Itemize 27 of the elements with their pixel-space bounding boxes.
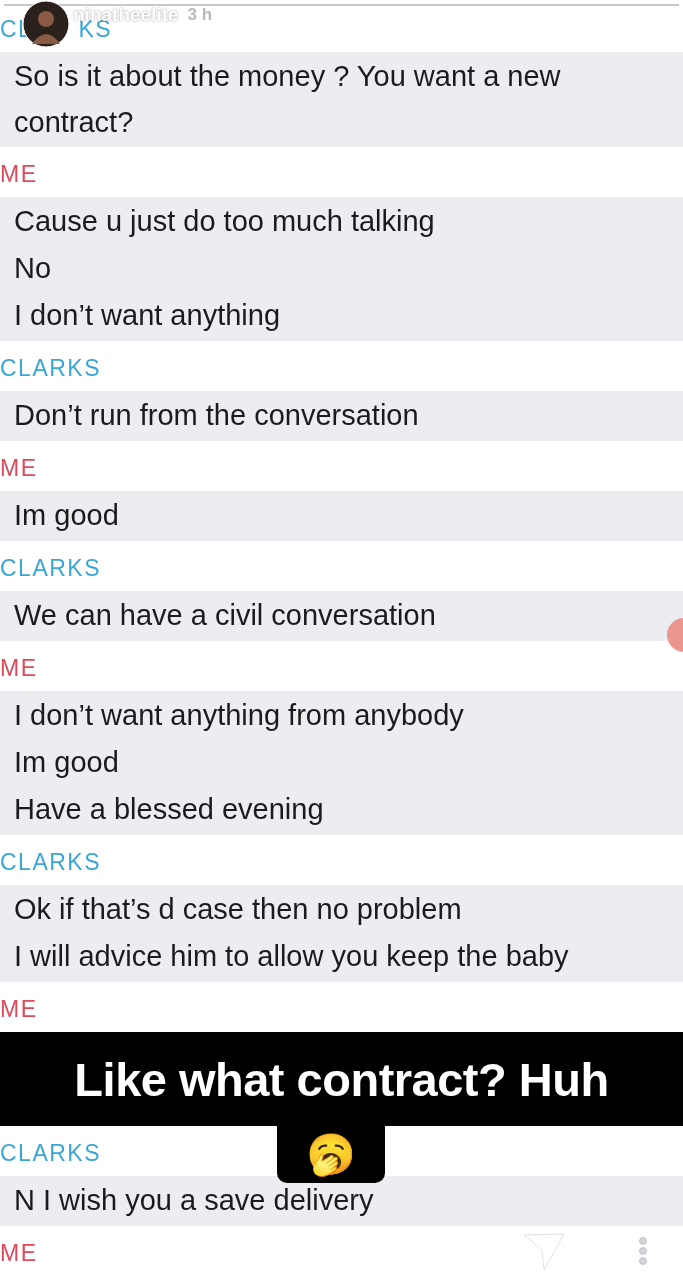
post-time: 3 h [187, 5, 213, 25]
chat-message: Ok if that’s d case then no problem [14, 892, 462, 927]
chat-message: I don’t want anything from anybody [14, 698, 464, 733]
sender-name: ME [0, 1238, 38, 1267]
emoji-sticker: 🥱 [277, 1125, 385, 1183]
chat-message: N I wish you a save delivery [14, 1183, 374, 1218]
chat-message: Don’t run from the conversation [14, 398, 419, 433]
sender-name: ME [0, 653, 38, 682]
chat-message: Cause u just do too much talking [14, 204, 435, 239]
sender-name: CLARKS [0, 1138, 102, 1167]
chat-message: We can have a civil conversation [14, 598, 436, 633]
sender-name: CLARKS [0, 353, 102, 382]
chat-message: Im good [14, 498, 119, 533]
chat-message: So is it about the money ? You want a new contract? [14, 59, 562, 140]
chat-message: Have a blessed evening [14, 792, 324, 827]
caption-text: Like what contract? Huh [0, 1032, 683, 1126]
chat-message: I will advice him to allow you keep the baby [14, 939, 569, 974]
sender-name: CLARKS [0, 847, 102, 876]
sender-name: ME [0, 994, 38, 1023]
sender-name: CLARKS [0, 553, 102, 582]
sender-name: ME [0, 159, 38, 188]
chat-message: I don’t want anything [14, 298, 280, 333]
send-icon[interactable] [522, 1232, 566, 1272]
chat-message: Im good [14, 745, 119, 780]
chat-message: No [14, 251, 52, 286]
sender-name: ME [0, 453, 38, 482]
more-icon[interactable] [638, 1236, 648, 1266]
